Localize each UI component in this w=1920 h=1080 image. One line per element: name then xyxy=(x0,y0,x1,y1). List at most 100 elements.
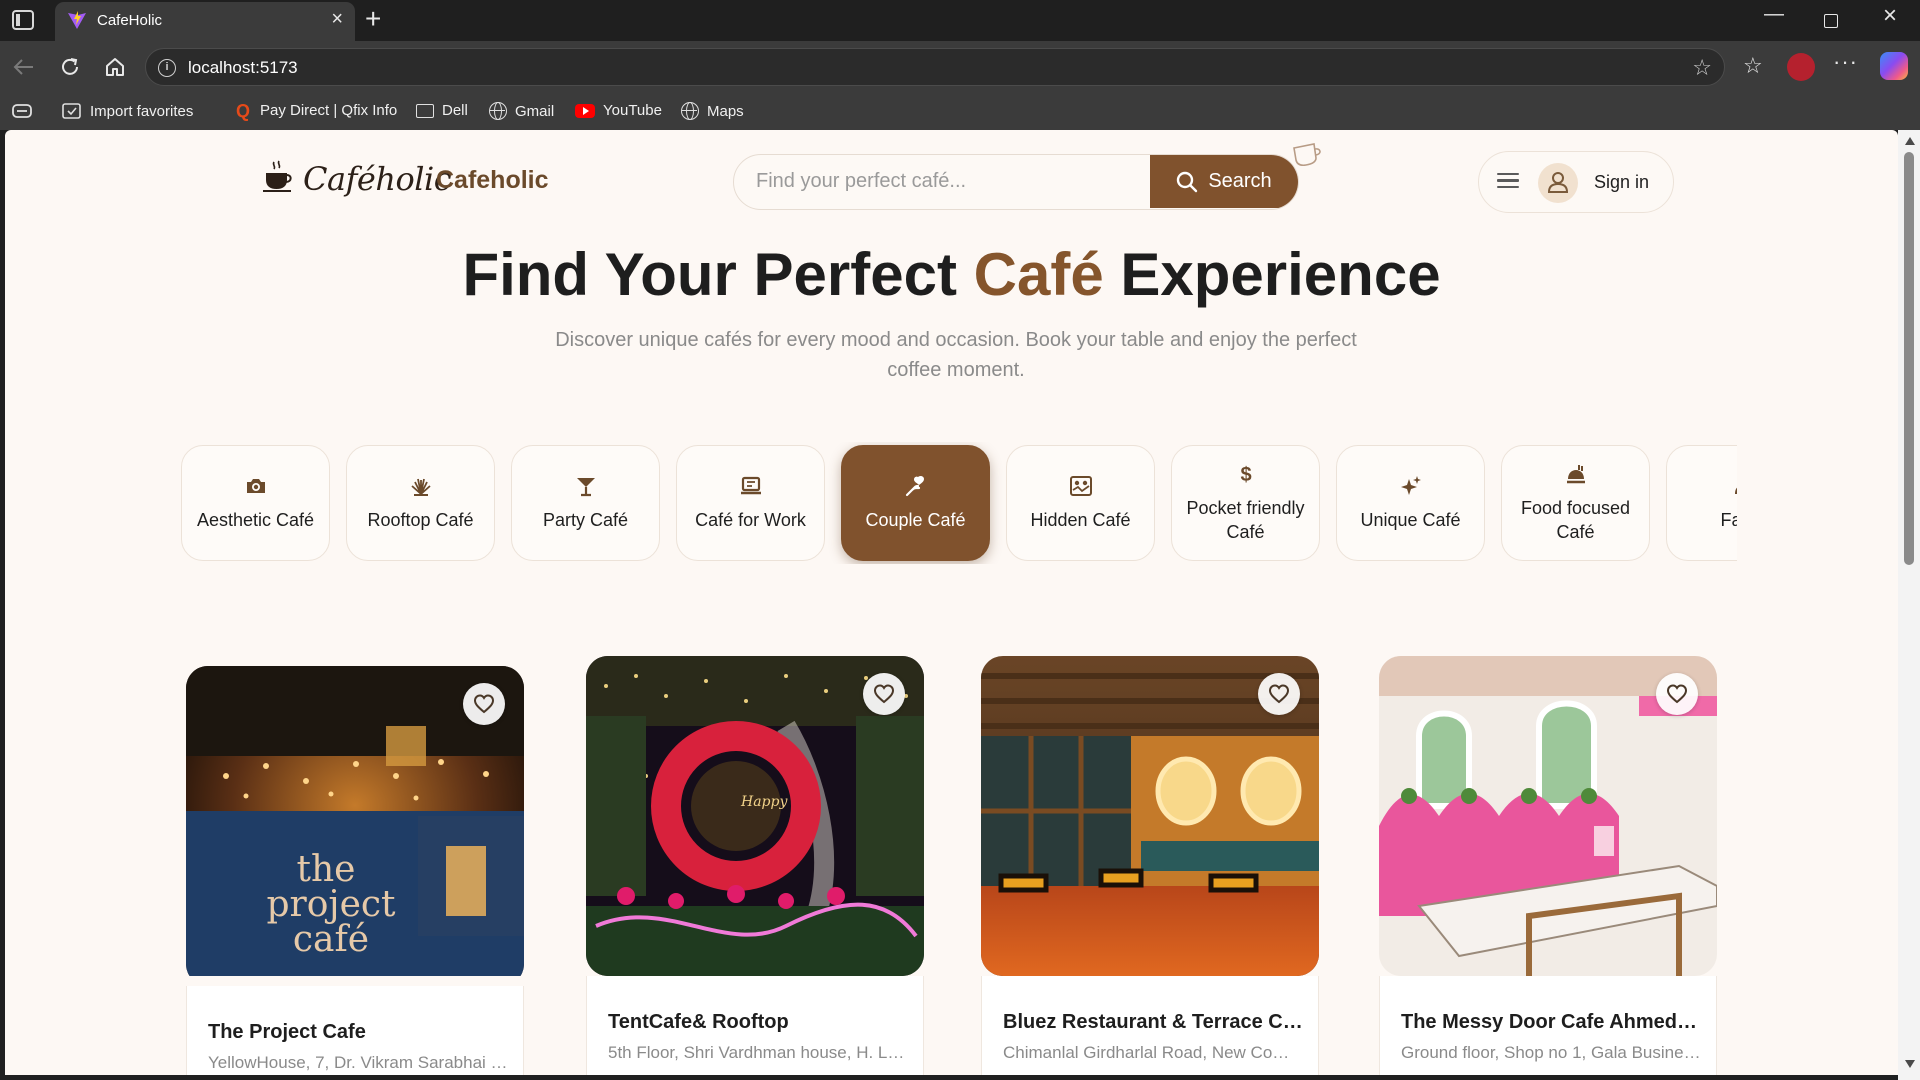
cafe-card-body: The Messy Door Cafe Ahmedabad Ground flo… xyxy=(1379,976,1717,1075)
cafe-card[interactable]: Happy TentCafe& Rooftop 5th Floor, Shri … xyxy=(586,656,924,1075)
cafe-address: Chimanlal Girdharlal Road, New Commercia… xyxy=(1003,1043,1303,1062)
svg-text:café: café xyxy=(293,919,369,960)
tab-actions-icon[interactable] xyxy=(12,10,34,30)
heart-icon xyxy=(473,694,495,714)
category-label: Unique Café xyxy=(1360,510,1461,530)
search-input[interactable] xyxy=(756,155,1146,208)
hero-title-post: Experience xyxy=(1103,241,1441,308)
category-label: Pocket friendly Café xyxy=(1186,498,1305,542)
hero-subtitle: Discover unique cafés for every mood and… xyxy=(555,329,1357,381)
cafe-photo[interactable]: the project café xyxy=(186,666,524,986)
cafe-name[interactable]: The Messy Door Cafe Ahmedabad xyxy=(1401,1011,1701,1034)
category-family-cafe[interactable]: Fami xyxy=(1666,445,1737,561)
globe-icon xyxy=(681,102,699,120)
bookmark-maps[interactable]: Maps xyxy=(681,102,744,120)
search-button-label: Search xyxy=(1208,170,1272,192)
profile-avatar[interactable] xyxy=(1787,53,1815,81)
cafe-address: YellowHouse, 7, Dr. Vikram Sarabhai Marg… xyxy=(208,1053,508,1072)
coffee-cup-logo-icon xyxy=(263,160,292,192)
category-label: Café for Work xyxy=(695,510,806,530)
site-info-icon[interactable]: i xyxy=(158,59,176,77)
scroll-up-arrow-icon[interactable] xyxy=(1905,137,1915,145)
favorite-heart-button[interactable] xyxy=(463,683,505,725)
browser-tab[interactable]: CafeHolic × xyxy=(55,2,355,41)
hero-title: Find Your Perfect Café Experience xyxy=(5,240,1898,309)
favorite-heart-button[interactable] xyxy=(1258,673,1300,715)
cafe-name[interactable]: The Project Cafe xyxy=(208,1021,508,1044)
sparkles-icon xyxy=(1400,476,1421,495)
svg-text:Happy: Happy xyxy=(740,794,788,810)
category-party-cafe[interactable]: Party Café xyxy=(511,445,660,561)
new-tab-icon[interactable]: + xyxy=(365,4,381,34)
hero-title-accent: Café xyxy=(973,241,1104,308)
category-label: Hidden Café xyxy=(1030,510,1131,530)
brand-name[interactable]: Cafeholic xyxy=(436,166,549,195)
maximize-icon[interactable] xyxy=(1824,14,1838,28)
category-unique-cafe[interactable]: Unique Café xyxy=(1336,445,1485,561)
home-icon[interactable] xyxy=(101,53,129,81)
bookmark-label: YouTube xyxy=(603,102,662,119)
category-rooftop-cafe[interactable]: Rooftop Café xyxy=(346,445,495,561)
cafe-name[interactable]: Bluez Restaurant & Terrace Cafe xyxy=(1003,1011,1303,1034)
minimize-icon[interactable]: — xyxy=(1764,4,1784,24)
category-food-focused-cafe[interactable]: Food focused Café xyxy=(1501,445,1650,561)
favorite-heart-button[interactable] xyxy=(863,673,905,715)
bookmark-dell[interactable]: Dell xyxy=(416,102,468,119)
back-icon[interactable] xyxy=(10,53,38,81)
page-scrollbar[interactable] xyxy=(1898,130,1920,1080)
svg-text:$: $ xyxy=(1240,464,1251,486)
heart-icon xyxy=(1268,684,1290,704)
cafe-card-body: TentCafe& Rooftop 5th Floor, Shri Vardhm… xyxy=(586,976,924,1075)
account-menu-button[interactable]: Sign in xyxy=(1478,151,1674,213)
cafe-photo[interactable] xyxy=(981,656,1319,976)
bookmark-label: Pay Direct | Qfix Info xyxy=(260,102,398,119)
reading-view-icon[interactable] xyxy=(12,103,32,119)
category-hidden-cafe[interactable]: Hidden Café xyxy=(1006,445,1155,561)
cafe-name[interactable]: TentCafe& Rooftop xyxy=(608,1011,908,1034)
close-tab-icon[interactable]: × xyxy=(331,9,343,29)
favorite-heart-button[interactable] xyxy=(1656,673,1698,715)
category-label: Aesthetic Café xyxy=(196,510,315,530)
bookmark-youtube[interactable]: YouTube xyxy=(575,102,662,119)
category-couple-cafe[interactable]: Couple Café xyxy=(841,445,990,561)
url-text: localhost:5173 xyxy=(188,58,298,77)
cafe-photo[interactable] xyxy=(1379,656,1717,976)
heart-hand-icon xyxy=(905,475,924,497)
search-button[interactable]: Search xyxy=(1150,155,1298,208)
cafe-card-body: The Project Cafe YellowHouse, 7, Dr. Vik… xyxy=(186,986,524,1075)
cafe-card[interactable]: Bluez Restaurant & Terrace Cafe Chimanla… xyxy=(981,656,1319,1075)
sign-in-label: Sign in xyxy=(1594,172,1650,192)
food-icon xyxy=(1566,465,1585,484)
bookmark-import-favorites[interactable]: Import favorites xyxy=(62,102,193,120)
favorite-star-icon[interactable]: ☆ xyxy=(1692,57,1712,79)
more-menu-icon[interactable]: ··· xyxy=(1833,49,1858,75)
logo-script-wordmark[interactable]: Caféholic xyxy=(303,160,452,198)
cafe-address: Ground floor, Shop no 1, Gala Business C… xyxy=(1401,1043,1701,1062)
coffee-cup-doodle-icon xyxy=(1293,143,1321,167)
user-avatar-icon xyxy=(1538,163,1578,203)
favorites-icon[interactable]: ☆ xyxy=(1743,53,1763,79)
scroll-thumb[interactable] xyxy=(1904,152,1914,565)
reload-icon[interactable] xyxy=(56,53,84,81)
cafe-card[interactable]: The Messy Door Cafe Ahmedabad Ground flo… xyxy=(1379,656,1717,1075)
qfix-icon: Q xyxy=(235,100,250,121)
window-close-icon[interactable]: × xyxy=(1883,4,1897,28)
family-icon xyxy=(1734,487,1737,494)
cafe-photo[interactable]: Happy xyxy=(586,656,924,976)
bookmark-qfix[interactable]: Q Pay Direct | Qfix Info xyxy=(234,100,398,121)
laptop-icon xyxy=(740,476,761,495)
address-bar[interactable]: i localhost:5173 ☆ xyxy=(145,48,1725,86)
browser-toolbar: i localhost:5173 ☆ ☆ ··· xyxy=(0,41,1920,93)
copilot-icon[interactable] xyxy=(1880,52,1908,80)
dollar-icon: $ xyxy=(1240,464,1251,486)
vite-favicon-icon xyxy=(68,11,86,29)
category-pocket-friendly-cafe[interactable]: $ Pocket friendly Café xyxy=(1171,445,1320,561)
globe-icon xyxy=(489,102,507,120)
cafe-card[interactable]: the project café The Project Cafe Yellow… xyxy=(186,666,524,1075)
scroll-down-arrow-icon[interactable] xyxy=(1905,1060,1915,1068)
bookmark-gmail[interactable]: Gmail xyxy=(489,102,554,120)
category-aesthetic-cafe[interactable]: Aesthetic Café xyxy=(181,445,330,561)
category-cafe-for-work[interactable]: Café for Work xyxy=(676,445,825,561)
category-label: Fami xyxy=(1720,510,1738,530)
cocktail-icon xyxy=(576,478,595,497)
